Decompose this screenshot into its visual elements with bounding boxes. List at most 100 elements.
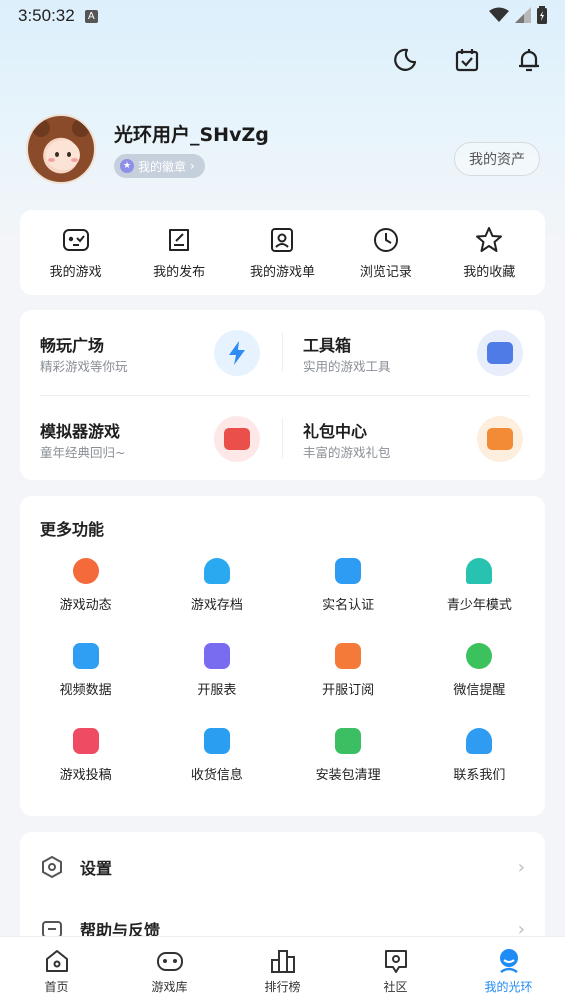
home-icon bbox=[45, 950, 68, 972]
feature-subtitle: 丰富的游戏礼包 bbox=[303, 445, 391, 460]
game-list-icon bbox=[271, 228, 294, 252]
tab-home[interactable]: 首页 bbox=[7, 947, 107, 995]
customer-service-icon bbox=[466, 728, 493, 754]
tab-ranking[interactable]: 排行榜 bbox=[233, 947, 333, 995]
grid-item-video-data[interactable]: 视频数据 bbox=[20, 643, 151, 698]
grid-item-wechat-reminder[interactable]: 微信提醒 bbox=[414, 643, 545, 698]
chevron-right-icon: › bbox=[517, 856, 525, 878]
quick-item-my-games[interactable]: 我的游戏 bbox=[26, 225, 126, 280]
quick-item-label: 我的收藏 bbox=[463, 265, 516, 280]
lightning-icon bbox=[214, 330, 260, 376]
badge-button[interactable]: ★ 我的徽章 › bbox=[114, 154, 205, 178]
community-icon bbox=[384, 950, 407, 973]
grid-item-game-submit[interactable]: 游戏投稿 bbox=[20, 728, 151, 783]
game-library-icon bbox=[156, 952, 183, 971]
feature-play-plaza[interactable]: 畅玩广场 精彩游戏等你玩 bbox=[20, 310, 282, 395]
edit-icon bbox=[169, 229, 190, 251]
feature-subtitle: 精彩游戏等你玩 bbox=[40, 359, 128, 374]
ranking-icon bbox=[270, 950, 295, 973]
my-assets-button[interactable]: 我的资产 bbox=[454, 142, 540, 176]
quick-item-history[interactable]: 浏览记录 bbox=[336, 225, 436, 280]
badge-label: 我的徽章 bbox=[138, 159, 187, 174]
grid-item-game-news[interactable]: 游戏动态 bbox=[20, 558, 151, 613]
grid-item-server-table[interactable]: 开服表 bbox=[151, 643, 282, 698]
tab-game-library[interactable]: 游戏库 bbox=[120, 947, 220, 995]
cloud-save-icon bbox=[203, 558, 230, 584]
grid-item-label: 游戏投稿 bbox=[59, 768, 112, 783]
calendar-check-icon[interactable] bbox=[451, 44, 483, 76]
grid-item-label: 游戏动态 bbox=[59, 598, 112, 613]
star-icon bbox=[476, 227, 503, 252]
avatar-blush bbox=[71, 158, 78, 162]
status-icons bbox=[489, 6, 547, 24]
video-stats-icon bbox=[72, 643, 99, 669]
settings-label: 设置 bbox=[80, 859, 113, 878]
avatar-blush bbox=[48, 158, 55, 162]
quick-item-my-game-lists[interactable]: 我的游戏单 bbox=[232, 225, 332, 280]
grid-item-shipping-info[interactable]: 收货信息 bbox=[151, 728, 282, 783]
tab-my-halo[interactable]: 我的光环 bbox=[459, 947, 559, 995]
quick-item-my-posts[interactable]: 我的发布 bbox=[129, 225, 229, 280]
more-features-grid: 游戏动态 游戏存档 实名认证 青少年模式 视频数据 开服表 开服订阅 微信提醒 … bbox=[20, 558, 545, 783]
grid-item-label: 开服订阅 bbox=[322, 683, 375, 698]
grid-item-label: 视频数据 bbox=[59, 683, 112, 698]
submit-game-icon bbox=[72, 728, 99, 754]
avatar-eye bbox=[55, 152, 59, 157]
clock-icon bbox=[373, 228, 398, 252]
notification-a-icon: A bbox=[84, 9, 98, 23]
username[interactable]: 光环用户_SHvZg bbox=[114, 120, 269, 147]
avatar[interactable] bbox=[26, 114, 96, 184]
battery-icon bbox=[537, 6, 547, 24]
more-features-card: 更多功能 游戏动态 游戏存档 实名认证 青少年模式 视频数据 开服表 开服订阅 … bbox=[20, 496, 545, 816]
gift-icon bbox=[477, 416, 523, 462]
tab-label: 我的光环 bbox=[484, 980, 533, 994]
grid-item-package-clean[interactable]: 安装包清理 bbox=[283, 728, 414, 783]
avatar-eye bbox=[67, 152, 71, 157]
quick-item-favorites[interactable]: 我的收藏 bbox=[439, 225, 539, 280]
grid-item-server-subscribe[interactable]: 开服订阅 bbox=[283, 643, 414, 698]
grid-item-label: 收货信息 bbox=[190, 768, 243, 783]
grid-item-real-name[interactable]: 实名认证 bbox=[283, 558, 414, 613]
tab-community[interactable]: 社区 bbox=[346, 947, 446, 995]
subscribe-calendar-icon bbox=[335, 643, 362, 669]
section-title: 更多功能 bbox=[40, 520, 105, 539]
avatar-face bbox=[46, 140, 80, 170]
grid-item-contact-us[interactable]: 联系我们 bbox=[414, 728, 545, 783]
feature-toolbox[interactable]: 工具箱 实用的游戏工具 bbox=[283, 310, 545, 395]
profile-icon bbox=[499, 949, 518, 974]
dark-mode-icon[interactable] bbox=[389, 44, 421, 76]
grid-item-cloud-save[interactable]: 游戏存档 bbox=[151, 558, 282, 613]
tab-label: 社区 bbox=[383, 980, 408, 994]
profile-header: 光环用户_SHvZg ★ 我的徽章 › 我的资产 bbox=[26, 114, 546, 184]
grid-item-teen-mode[interactable]: 青少年模式 bbox=[414, 558, 545, 613]
grid-item-label: 联系我们 bbox=[453, 768, 506, 783]
grid-item-label: 实名认证 bbox=[322, 598, 375, 613]
feature-title: 畅玩广场 bbox=[40, 336, 105, 355]
grid-item-label: 微信提醒 bbox=[453, 683, 506, 698]
grid-item-label: 游戏存档 bbox=[190, 598, 243, 613]
bell-icon[interactable] bbox=[513, 44, 545, 76]
feature-gift-center[interactable]: 礼包中心 丰富的游戏礼包 bbox=[283, 396, 545, 481]
feature-title: 工具箱 bbox=[303, 336, 352, 355]
grid-item-label: 青少年模式 bbox=[446, 598, 512, 613]
package-clean-icon bbox=[335, 728, 362, 754]
emulator-icon bbox=[214, 416, 260, 462]
quick-item-label: 我的发布 bbox=[153, 265, 206, 280]
toolbox-icon bbox=[477, 330, 523, 376]
tab-label: 排行榜 bbox=[264, 980, 301, 994]
avatar-ear bbox=[32, 119, 50, 137]
feature-emulator-games[interactable]: 模拟器游戏 童年经典回归~ bbox=[20, 396, 282, 481]
tab-label: 游戏库 bbox=[151, 980, 188, 994]
status-bar: 3:50:32 A bbox=[0, 0, 565, 32]
header-actions bbox=[389, 44, 545, 76]
umbrella-icon bbox=[466, 558, 493, 584]
avatar-ear bbox=[72, 119, 90, 137]
tab-label: 首页 bbox=[44, 980, 69, 994]
id-card-icon bbox=[335, 558, 362, 584]
settings-row[interactable]: 设置 › bbox=[20, 832, 545, 902]
server-table-icon bbox=[203, 643, 230, 669]
quick-item-label: 浏览记录 bbox=[359, 265, 412, 280]
gamepad-icon bbox=[62, 229, 89, 251]
quick-item-label: 我的游戏 bbox=[49, 265, 102, 280]
quick-item-label: 我的游戏单 bbox=[249, 265, 315, 280]
